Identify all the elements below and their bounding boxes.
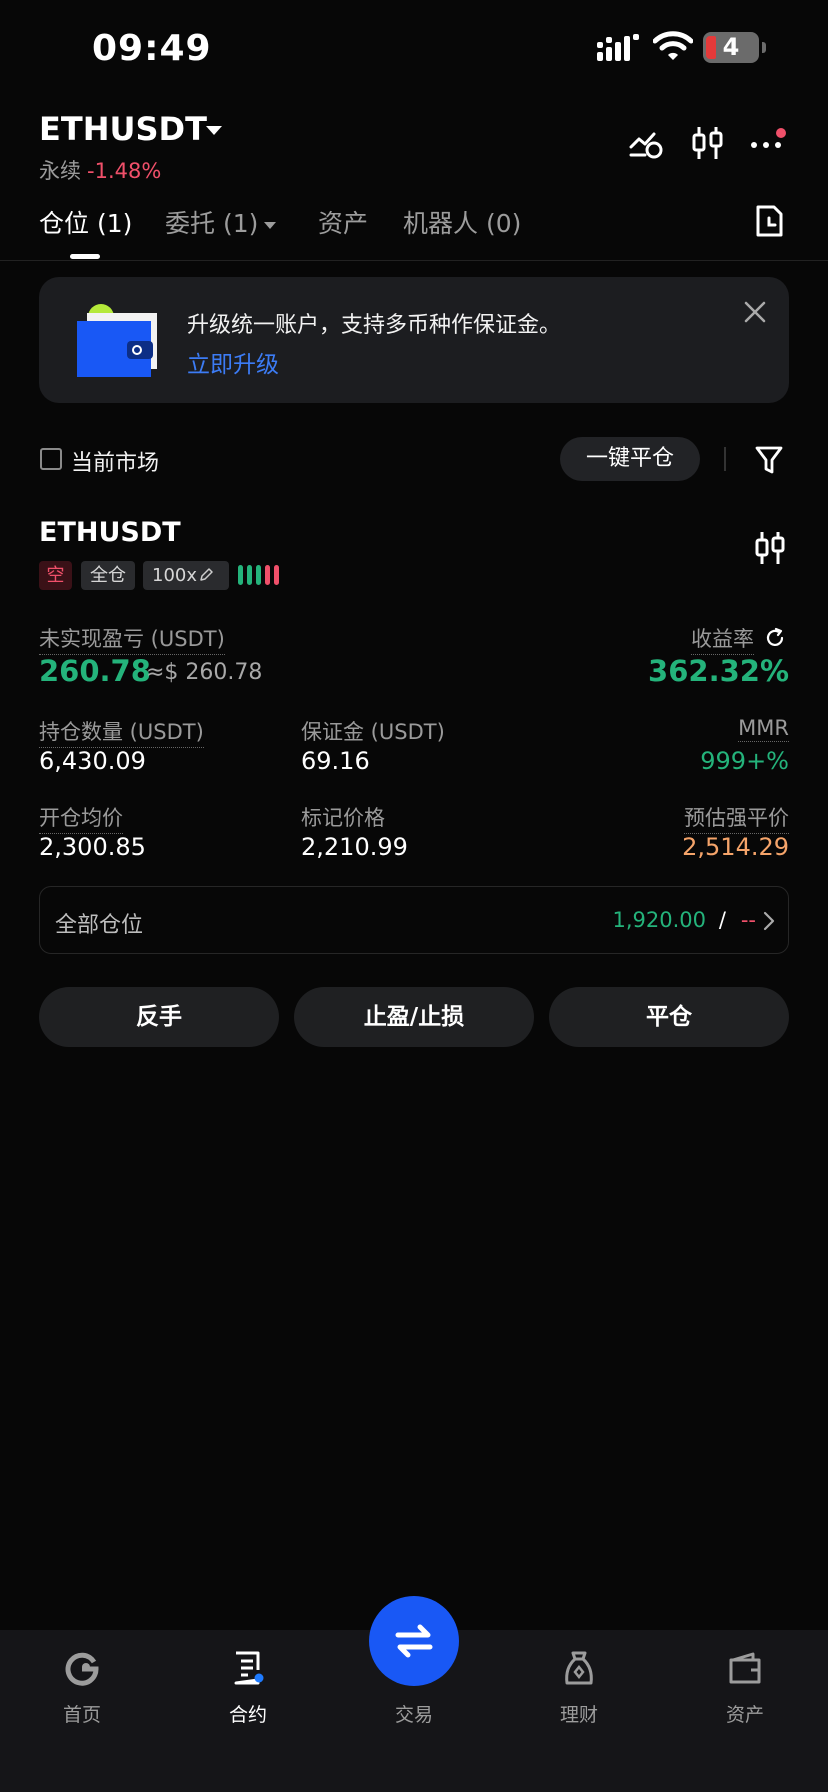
battery-icon: 4 [703,32,759,63]
wallet-icon [729,1652,761,1684]
leverage-value: 100x [152,565,198,586]
tab-indicator [70,254,100,259]
nav-earn[interactable]: 理财 [519,1630,639,1750]
candlestick-chart-icon[interactable] [690,125,726,161]
contract-type: 永续 [39,159,81,183]
candlestick-chart-icon[interactable] [754,530,786,566]
upgrade-banner[interactable]: 升级统一账户，支持多币种作保证金。 立即升级 [39,277,789,403]
margin-label: 保证金 (USDT) [301,720,445,744]
filter-divider [724,447,726,471]
all-positions-separator: / [718,908,726,932]
home-icon [65,1652,99,1686]
current-market-checkbox[interactable] [40,448,62,470]
nav-trade-label: 交易 [394,1704,433,1726]
chevron-down-icon [264,221,277,229]
position-size-value: 6,430.09 [39,747,146,775]
tab-bots[interactable]: 机器人 (0) [403,204,521,240]
all-positions-value: 1,920.00 [612,908,706,932]
reverse-button[interactable]: 反手 [39,987,279,1047]
position-size-label[interactable]: 持仓数量 (USDT) [39,716,204,748]
price-change: -1.48% [87,159,162,183]
refresh-icon[interactable] [764,627,786,649]
margin-mode-tag[interactable]: 全仓 [81,561,135,590]
unrealized-pnl-usd: ≈$ 260.78 [146,660,263,685]
nav-futures[interactable]: 合约 [188,1630,308,1750]
tabs-divider [0,260,828,261]
leverage-tag[interactable]: 100x [143,561,229,590]
position-symbol[interactable]: ETHUSDT [39,517,181,548]
nav-assets[interactable]: 资产 [685,1630,805,1750]
all-positions-row[interactable]: 全部仓位 1,920.00 / -- [39,886,789,954]
wifi-icon [653,31,693,60]
tab-assets[interactable]: 资产 [318,204,368,240]
history-icon[interactable] [754,204,784,238]
close-position-button[interactable]: 平仓 [549,987,789,1047]
wallet-illustration-icon [77,304,157,377]
liq-price-label[interactable]: 预估强平价 [684,802,789,834]
battery-level: 4 [722,33,740,61]
mark-price-label: 标记价格 [301,806,385,830]
current-market-label[interactable]: 当前市场 [71,445,159,477]
pair-title[interactable]: ETHUSDT [39,110,207,148]
tab-positions[interactable]: 仓位 (1) [39,204,132,240]
tab-orders-label: 委托 (1) [165,209,259,238]
banner-text: 升级统一账户，支持多币种作保证金。 [187,313,562,338]
close-icon[interactable] [742,299,768,325]
entry-price-label[interactable]: 开仓均价 [39,802,123,834]
earn-icon [565,1651,593,1685]
close-all-button[interactable]: 一键平仓 [560,437,700,481]
all-positions-label: 全部仓位 [55,913,144,938]
tpsl-button[interactable]: 止盈/止损 [294,987,534,1047]
liq-price-value: 2,514.29 [682,833,789,861]
mmr-value: 999+% [700,747,789,775]
mark-price-value: 2,210.99 [301,833,408,861]
pair-subtitle: 永续 -1.48% [39,155,161,185]
edit-icon [200,568,213,581]
status-bar: 09:49 4 [0,0,828,100]
side-tag: 空 [39,561,72,590]
upgrade-now-link[interactable]: 立即升级 [187,345,279,379]
cellular-signal-icon [597,34,639,61]
tab-orders[interactable]: 委托 (1) [165,204,277,240]
entry-price-value: 2,300.85 [39,833,146,861]
filter-icon[interactable] [754,444,784,476]
mmr-label[interactable]: MMR [738,716,789,742]
nav-futures-label: 合约 [228,1704,267,1726]
price-alert-icon[interactable] [628,125,664,161]
trade-fab-button[interactable] [369,1596,459,1686]
all-positions-other: -- [740,908,756,932]
unrealized-pnl-value: 260.78 [39,654,151,688]
margin-value: 69.16 [301,747,370,775]
notification-dot [776,128,786,138]
unrealized-pnl-label[interactable]: 未实现盈亏 (USDT) [39,623,225,655]
roe-label[interactable]: 收益率 [691,623,754,655]
futures-icon [234,1651,264,1685]
swap-icon [395,1624,433,1658]
nav-earn-label: 理财 [559,1704,598,1726]
status-time: 09:49 [92,28,212,69]
nav-home-label: 首页 [62,1704,101,1726]
chevron-right-icon [763,911,775,931]
nav-assets-label: 资产 [725,1704,764,1726]
roe-value: 362.32% [648,654,789,688]
nav-home[interactable]: 首页 [22,1630,142,1750]
pair-dropdown-icon[interactable] [206,126,222,135]
